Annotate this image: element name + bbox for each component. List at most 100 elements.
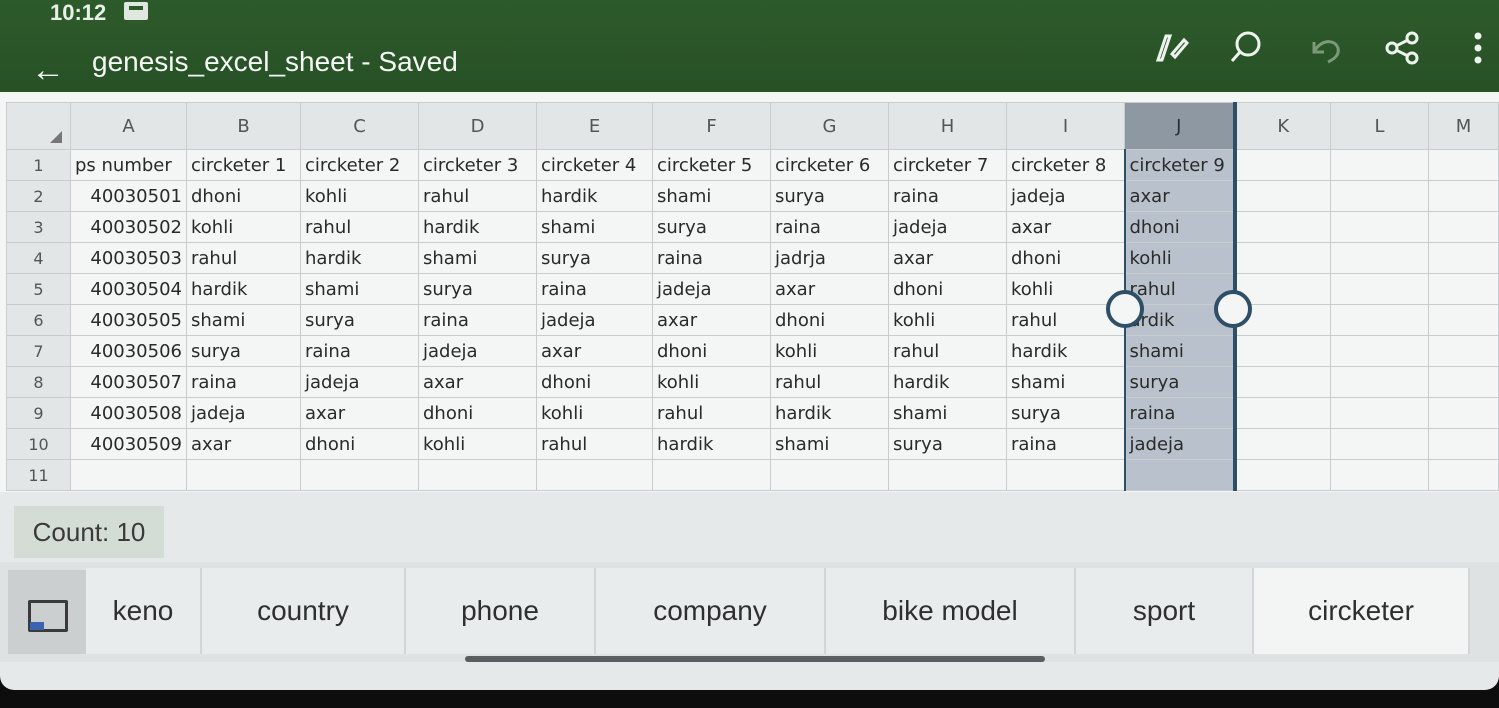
cell[interactable] xyxy=(1234,211,1331,243)
cell[interactable]: shami xyxy=(418,242,537,274)
more-vert-icon[interactable] xyxy=(1458,28,1498,68)
selection-handle-right[interactable] xyxy=(1214,290,1252,328)
cell[interactable]: ps number xyxy=(70,149,187,181)
cell[interactable]: rahul xyxy=(652,397,771,429)
column-header[interactable]: H xyxy=(888,102,1007,150)
cell[interactable]: dhoni xyxy=(770,304,889,336)
cell[interactable] xyxy=(1330,242,1429,274)
cell[interactable]: hardik xyxy=(536,180,653,212)
cell[interactable]: dhoni xyxy=(186,180,301,212)
cell[interactable]: shami xyxy=(1006,366,1125,398)
cell[interactable]: 40030507 xyxy=(70,366,187,398)
column-header[interactable]: G xyxy=(770,102,889,150)
cell[interactable] xyxy=(1330,304,1429,336)
column-header[interactable]: K xyxy=(1234,102,1331,150)
cell[interactable]: jadeja xyxy=(300,366,419,398)
cell[interactable] xyxy=(1428,242,1499,274)
cell[interactable] xyxy=(1234,335,1331,367)
cell[interactable]: dhoni xyxy=(1006,242,1125,274)
row-header[interactable]: 8 xyxy=(6,366,71,398)
column-header[interactable]: D xyxy=(418,102,537,150)
cell[interactable]: 40030506 xyxy=(70,335,187,367)
cell[interactable]: surya xyxy=(300,304,419,336)
cell[interactable] xyxy=(652,459,771,491)
row-header[interactable]: 7 xyxy=(6,335,71,367)
cell[interactable] xyxy=(1330,397,1429,429)
column-header[interactable]: L xyxy=(1330,102,1429,150)
cell[interactable]: jadrja xyxy=(770,242,889,274)
cell[interactable]: dhoni xyxy=(418,397,537,429)
cell[interactable]: surya xyxy=(652,211,771,243)
row-header[interactable]: 10 xyxy=(6,428,71,460)
cell[interactable] xyxy=(300,459,419,491)
tab-keno[interactable]: keno xyxy=(86,568,202,654)
cell[interactable] xyxy=(1330,335,1429,367)
cell[interactable]: rahul xyxy=(770,366,889,398)
cell[interactable] xyxy=(186,459,301,491)
cell[interactable]: dhoni xyxy=(300,428,419,460)
row-header[interactable]: 4 xyxy=(6,242,71,274)
cell[interactable]: jadeja xyxy=(1006,180,1125,212)
cell[interactable] xyxy=(418,459,537,491)
cell[interactable]: jadeja xyxy=(186,397,301,429)
cell[interactable]: shami xyxy=(300,273,419,305)
cell[interactable] xyxy=(1330,211,1429,243)
cell[interactable]: raina xyxy=(300,335,419,367)
cell[interactable]: hardik xyxy=(186,273,301,305)
cell[interactable] xyxy=(1428,211,1499,243)
cell[interactable] xyxy=(1428,149,1499,181)
cell[interactable] xyxy=(1234,180,1331,212)
cell[interactable] xyxy=(1330,273,1429,305)
cell[interactable] xyxy=(1234,397,1331,429)
cell[interactable]: circketer 2 xyxy=(300,149,419,181)
cell[interactable]: circketer 3 xyxy=(418,149,537,181)
row-header[interactable]: 1 xyxy=(6,149,71,181)
cell[interactable]: axar xyxy=(1006,211,1125,243)
cell[interactable]: shami xyxy=(186,304,301,336)
cell[interactable]: rahul xyxy=(186,242,301,274)
cell[interactable]: circketer 1 xyxy=(186,149,301,181)
column-header[interactable]: F xyxy=(652,102,771,150)
cell[interactable]: axar xyxy=(652,304,771,336)
cell[interactable] xyxy=(1234,242,1331,274)
cell[interactable] xyxy=(536,459,653,491)
cell[interactable]: kohli xyxy=(300,180,419,212)
cell[interactable]: 40030504 xyxy=(70,273,187,305)
cell[interactable]: hardik xyxy=(652,428,771,460)
cell[interactable]: surya xyxy=(770,180,889,212)
cell[interactable]: shami xyxy=(1123,335,1237,367)
cell[interactable] xyxy=(1428,335,1499,367)
cell[interactable]: raina xyxy=(1123,397,1237,429)
cell[interactable]: axar xyxy=(186,428,301,460)
cell[interactable] xyxy=(888,459,1007,491)
cell[interactable]: 40030502 xyxy=(70,211,187,243)
cell[interactable]: axar xyxy=(300,397,419,429)
cell[interactable]: circketer 5 xyxy=(652,149,771,181)
cell[interactable] xyxy=(1234,366,1331,398)
row-header[interactable]: 2 xyxy=(6,180,71,212)
column-header[interactable]: E xyxy=(536,102,653,150)
cell[interactable]: hardik xyxy=(418,211,537,243)
cell[interactable] xyxy=(1428,428,1499,460)
cell[interactable] xyxy=(1330,366,1429,398)
undo-icon[interactable] xyxy=(1304,28,1344,68)
select-all-corner[interactable] xyxy=(6,102,71,150)
spreadsheet-grid[interactable]: ABCDEFGHIJKLM 1 ps number circketer 1 circk… xyxy=(0,92,1499,492)
cell[interactable]: jadeja xyxy=(418,335,537,367)
cell[interactable]: kohli xyxy=(1123,242,1237,274)
cell[interactable]: axar xyxy=(1123,180,1237,212)
cell[interactable]: axar xyxy=(536,335,653,367)
cell[interactable]: shami xyxy=(652,180,771,212)
cell[interactable]: axar xyxy=(888,242,1007,274)
column-header[interactable]: B xyxy=(186,102,301,150)
cell[interactable] xyxy=(1123,459,1237,491)
cell[interactable]: raina xyxy=(770,211,889,243)
column-header[interactable]: J xyxy=(1124,102,1237,150)
selection-handle-left[interactable] xyxy=(1106,290,1144,328)
cell[interactable]: surya xyxy=(536,242,653,274)
cell[interactable]: rahul xyxy=(300,211,419,243)
column-header[interactable]: C xyxy=(300,102,419,150)
cell[interactable]: surya xyxy=(1123,366,1237,398)
cell[interactable]: circketer 4 xyxy=(536,149,653,181)
cell[interactable]: raina xyxy=(418,304,537,336)
